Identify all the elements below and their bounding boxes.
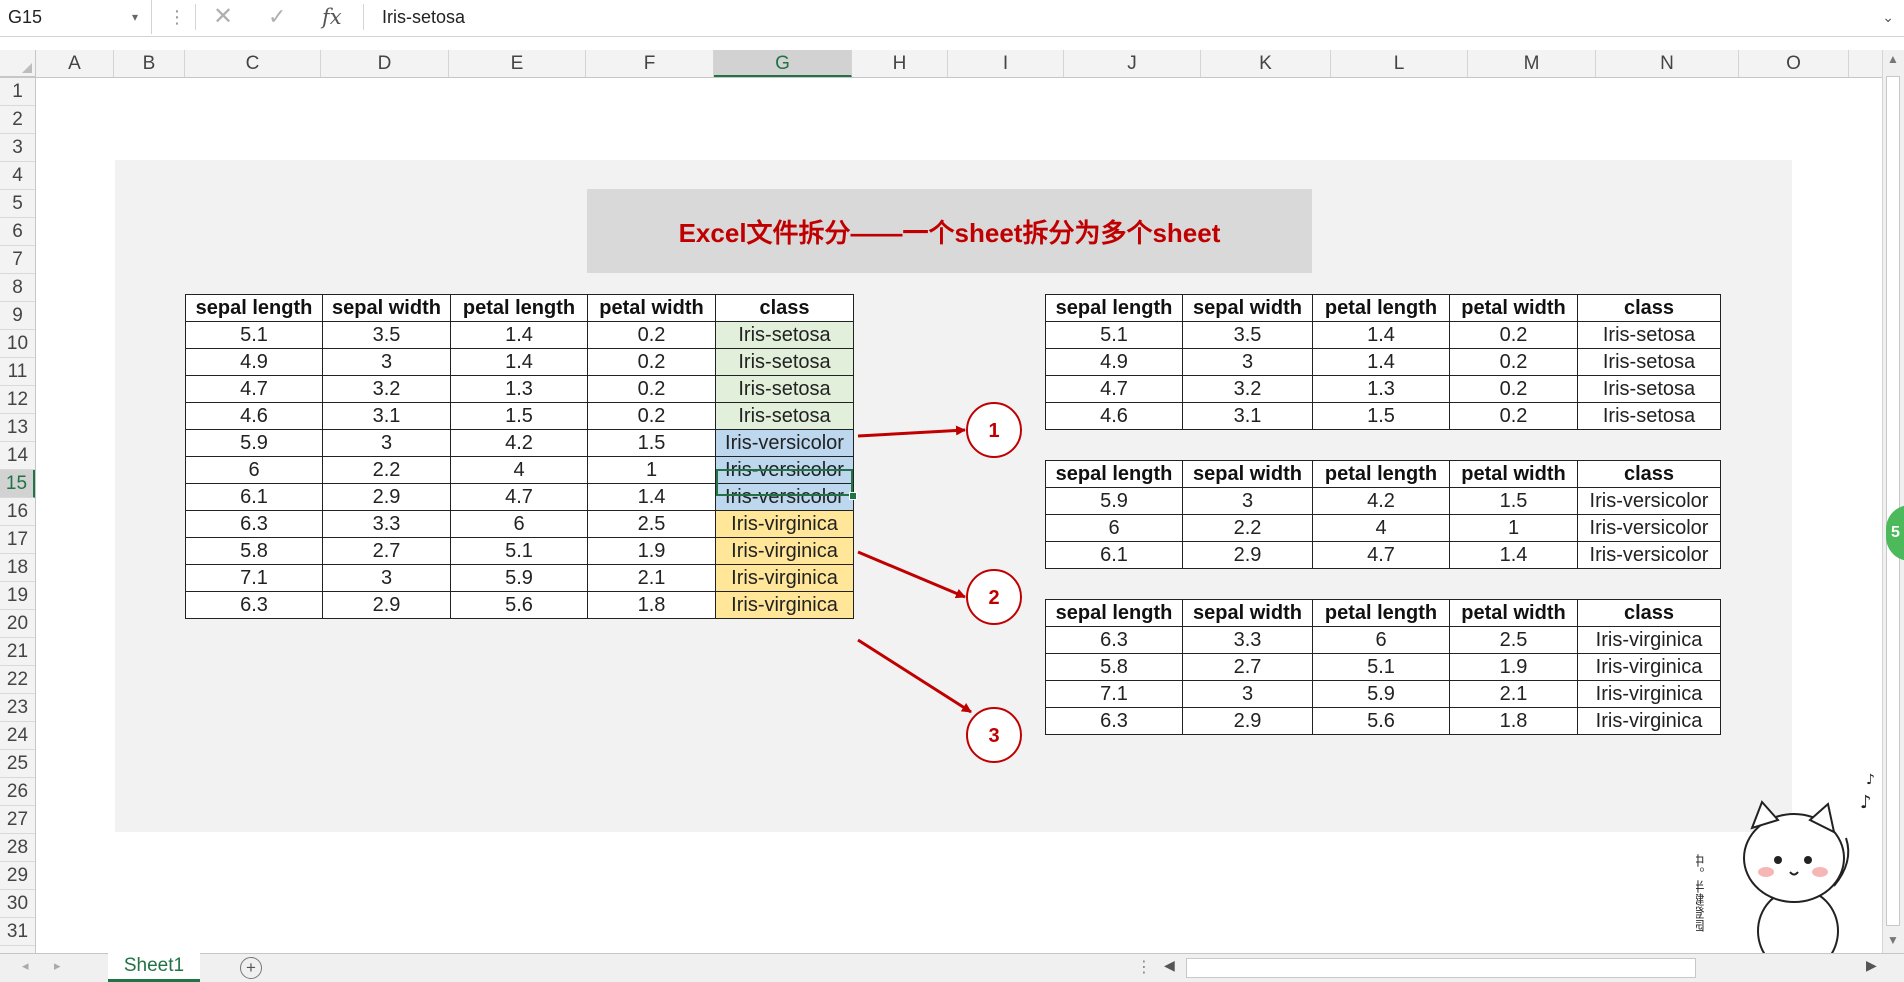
- enter-icon[interactable]: ✓: [268, 0, 286, 34]
- row-header-19[interactable]: 19: [0, 582, 35, 610]
- column-header-E[interactable]: E: [449, 50, 586, 77]
- formula-input[interactable]: Iris-setosa: [382, 0, 465, 34]
- select-all-corner[interactable]: [0, 50, 36, 77]
- row-header-12[interactable]: 12: [0, 386, 35, 414]
- mascot-caption: 中。半健登园: [1696, 854, 1704, 932]
- vertical-scrollbar[interactable]: ▲ ▼: [1882, 50, 1904, 953]
- row-header-17[interactable]: 17: [0, 526, 35, 554]
- sheet-tab-bar: ◂ ▸ Sheet1 + ⋮ ◀ ▶: [0, 953, 1904, 982]
- formula-bar-divider: [363, 4, 364, 30]
- name-box[interactable]: G15: [0, 0, 152, 34]
- arrow-1: [857, 425, 966, 438]
- row-header-4[interactable]: 4: [0, 162, 35, 190]
- row-header-9[interactable]: 9: [0, 302, 35, 330]
- worksheet-grid[interactable]: Excel文件拆分——一个sheet拆分为多个sheet sepal lengt…: [36, 78, 1882, 953]
- split-arrows: 1 2 3: [857, 402, 1022, 763]
- row-header-3[interactable]: 3: [0, 134, 35, 162]
- select-all-icon: [22, 63, 32, 73]
- row-header-31[interactable]: 31: [0, 918, 35, 946]
- row-header-18[interactable]: 18: [0, 554, 35, 582]
- row-header-16[interactable]: 16: [0, 498, 35, 526]
- column-header-F[interactable]: F: [586, 50, 714, 77]
- row-header-5[interactable]: 5: [0, 190, 35, 218]
- formula-bar-grip-icon[interactable]: ⋮: [168, 0, 186, 34]
- svg-text:♪: ♪: [1866, 772, 1875, 788]
- prev-sheet-icon[interactable]: ◂: [22, 958, 29, 974]
- column-header-M[interactable]: M: [1468, 50, 1596, 77]
- row-header-10[interactable]: 10: [0, 330, 35, 358]
- row-header-29[interactable]: 29: [0, 862, 35, 890]
- row-header-21[interactable]: 21: [0, 638, 35, 666]
- column-headers: ABCDEFGHIJKLMNOP: [0, 50, 1901, 78]
- column-header-O[interactable]: O: [1739, 50, 1849, 77]
- mascot-sticker: ♪ ♪ 中。半健登园: [1696, 772, 1875, 981]
- add-sheet-button[interactable]: +: [240, 957, 262, 979]
- scroll-right-icon[interactable]: ▶: [1866, 957, 1877, 974]
- row-header-8[interactable]: 8: [0, 274, 35, 302]
- row-header-27[interactable]: 27: [0, 806, 35, 834]
- column-header-B[interactable]: B: [114, 50, 185, 77]
- svg-text:♪: ♪: [1860, 792, 1872, 813]
- insert-function-icon[interactable]: fx: [322, 0, 342, 34]
- row-header-7[interactable]: 7: [0, 246, 35, 274]
- horizontal-scrollbar[interactable]: [1186, 958, 1696, 978]
- row-header-14[interactable]: 14: [0, 442, 35, 470]
- row-header-24[interactable]: 24: [0, 722, 35, 750]
- cancel-icon[interactable]: ✕: [213, 0, 233, 34]
- column-header-L[interactable]: L: [1331, 50, 1468, 77]
- sheet-tab-sheet1[interactable]: Sheet1: [108, 953, 200, 982]
- column-header-I[interactable]: I: [948, 50, 1064, 77]
- next-sheet-icon[interactable]: ▸: [54, 958, 61, 974]
- row-header-22[interactable]: 22: [0, 666, 35, 694]
- row-headers: 1 2 3 4 5 6 7 8 9 10 11 12 13 14 15 16 17 18 19 20 21 22 23 24 2…: [0, 78, 36, 953]
- row-header-11[interactable]: 11: [0, 358, 35, 386]
- scroll-left-icon[interactable]: ◀: [1164, 957, 1175, 974]
- row-header-13[interactable]: 13: [0, 414, 35, 442]
- vertical-scroll-thumb[interactable]: [1886, 76, 1900, 926]
- row-header-6[interactable]: 6: [0, 218, 35, 246]
- row-header-26[interactable]: 26: [0, 778, 35, 806]
- column-header-G[interactable]: G: [714, 50, 852, 77]
- tab-split-grip-icon[interactable]: ⋮: [1136, 957, 1152, 977]
- callout-2: 2: [988, 587, 999, 609]
- row-header-28[interactable]: 28: [0, 834, 35, 862]
- scroll-up-icon[interactable]: ▲: [1887, 52, 1899, 66]
- expand-formula-bar-icon[interactable]: ⌄: [1882, 0, 1894, 34]
- name-box-dropdown-icon[interactable]: ▾: [132, 0, 138, 34]
- column-header-H[interactable]: H: [852, 50, 948, 77]
- column-header-J[interactable]: J: [1064, 50, 1201, 77]
- callout-1: 1: [988, 420, 999, 442]
- column-header-N[interactable]: N: [1596, 50, 1739, 77]
- scroll-down-icon[interactable]: ▼: [1887, 933, 1899, 947]
- arrow-3: [857, 638, 972, 714]
- column-header-K[interactable]: K: [1201, 50, 1331, 77]
- arrow-2: [857, 550, 966, 599]
- column-header-A[interactable]: A: [36, 50, 114, 77]
- formula-bar: G15 ▾ ⋮ ✕ ✓ fx Iris-setosa ⌄: [0, 0, 1904, 37]
- column-header-C[interactable]: C: [185, 50, 321, 77]
- row-header-25[interactable]: 25: [0, 750, 35, 778]
- row-header-2[interactable]: 2: [0, 106, 35, 134]
- formula-bar-divider: [195, 4, 196, 30]
- row-header-15[interactable]: 15: [0, 470, 35, 498]
- row-header-23[interactable]: 23: [0, 694, 35, 722]
- row-header-1[interactable]: 1: [0, 78, 35, 106]
- callout-3: 3: [988, 725, 999, 747]
- row-header-20[interactable]: 20: [0, 610, 35, 638]
- column-header-D[interactable]: D: [321, 50, 449, 77]
- row-header-30[interactable]: 30: [0, 890, 35, 918]
